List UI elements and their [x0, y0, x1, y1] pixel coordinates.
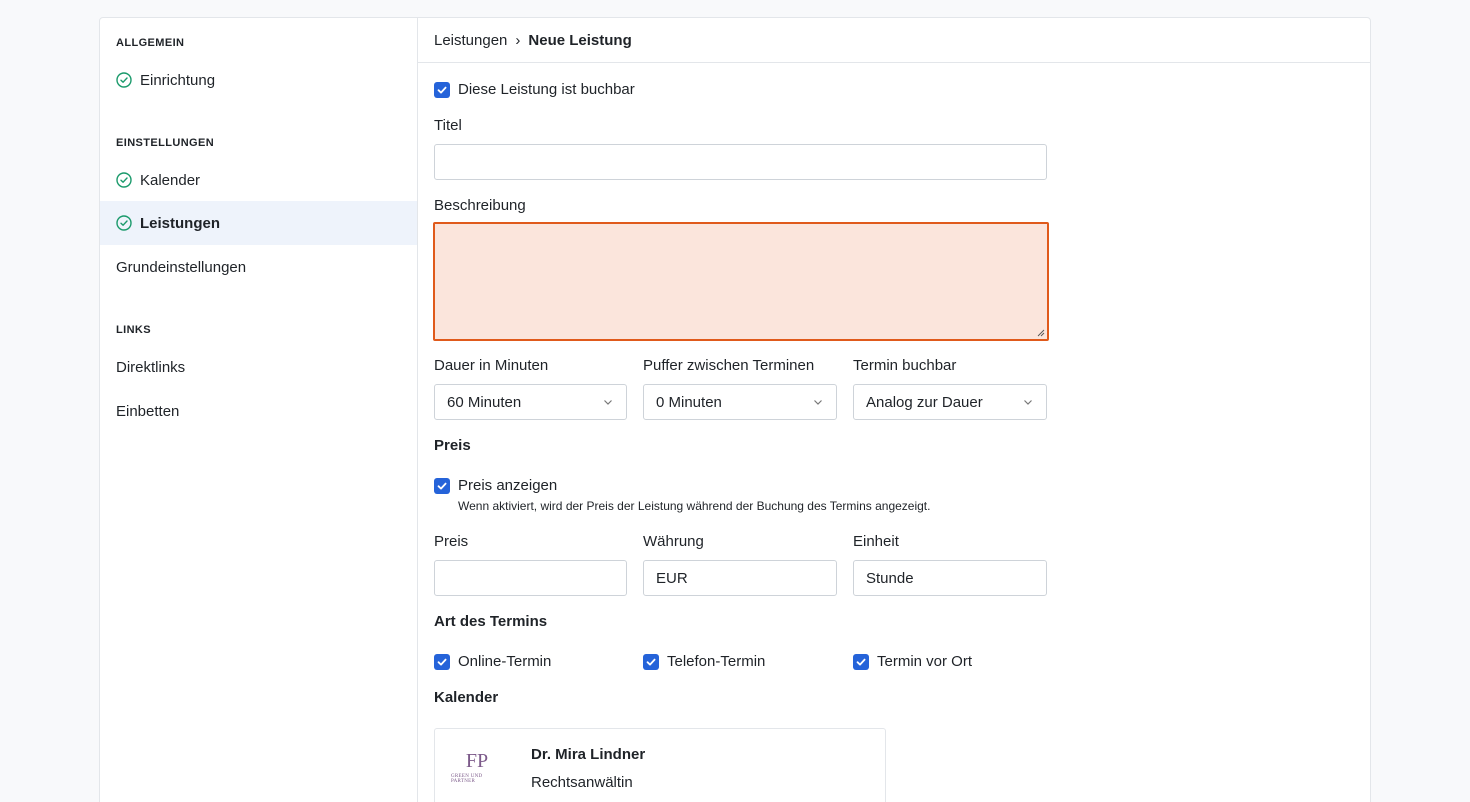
- unit-input[interactable]: Stunde: [853, 560, 1047, 596]
- sidebar-item-kalender[interactable]: Kalender: [100, 158, 417, 202]
- calendar-logo: FP GREEN UND PARTNER: [451, 747, 503, 787]
- calendar-owner-name: Dr. Mira Lindner: [531, 746, 646, 763]
- sidebar-item-label: Grundeinstellungen: [116, 258, 247, 276]
- description-textarea[interactable]: [433, 222, 1049, 341]
- show-price-help-text: Wenn aktiviert, wird der Preis der Leist…: [458, 499, 931, 513]
- currency-input[interactable]: EUR: [643, 560, 837, 596]
- show-price-label: Preis anzeigen: [458, 477, 558, 494]
- buffer-label: Puffer zwischen Terminen: [643, 357, 815, 374]
- logo-monogram: FP: [465, 749, 489, 772]
- telefon-termin-checkbox[interactable]: [643, 653, 659, 670]
- check-circle-icon: [116, 215, 132, 231]
- telefon-termin-label: Telefon-Termin: [667, 653, 766, 670]
- sidebar-item-label: Einrichtung: [140, 71, 216, 89]
- chevron-down-icon: [1024, 400, 1032, 405]
- bookable-slot-label: Termin buchbar: [853, 357, 957, 374]
- chevron-down-icon: [814, 400, 822, 405]
- logo-subtitle: GREEN UND PARTNER: [451, 773, 483, 784]
- title-label: Titel: [434, 117, 462, 134]
- buffer-select[interactable]: 0 Minuten: [643, 384, 837, 420]
- main-content: Leistungen › Neue Leistung Diese Leistun…: [418, 18, 1370, 802]
- duration-label: Dauer in Minuten: [434, 357, 549, 374]
- breadcrumb-parent-link[interactable]: Leistungen: [434, 32, 507, 49]
- breadcrumb-current: Neue Leistung: [528, 31, 632, 49]
- sidebar-item-label: Einbetten: [116, 402, 180, 420]
- sidebar: ALLGEMEIN Einrichtung EINSTELLUNGEN Kale…: [100, 18, 418, 802]
- sidebar-item-label: Leistungen: [140, 214, 221, 232]
- settings-card: ALLGEMEIN Einrichtung EINSTELLUNGEN Kale…: [99, 17, 1371, 802]
- telefon-termin-checkbox-row[interactable]: Telefon-Termin: [643, 653, 765, 670]
- vor-ort-termin-label: Termin vor Ort: [877, 653, 973, 670]
- breadcrumb-separator: ›: [515, 31, 521, 49]
- bookable-checkbox-row[interactable]: Diese Leistung ist buchbar: [434, 81, 635, 98]
- bookable-checkbox[interactable]: [434, 81, 450, 98]
- online-termin-label: Online-Termin: [458, 653, 552, 670]
- description-label: Beschreibung: [434, 197, 526, 214]
- currency-label: Währung: [643, 533, 704, 550]
- calendar-card[interactable]: FP GREEN UND PARTNER Dr. Mira Lindner Re…: [434, 728, 886, 802]
- check-circle-icon: [116, 72, 132, 88]
- calendar-owner-role: Rechtsanwältin: [531, 774, 633, 791]
- bookable-slot-select[interactable]: Analog zur Dauer: [853, 384, 1047, 420]
- sidebar-item-einbetten[interactable]: Einbetten: [100, 389, 417, 433]
- breadcrumb: Leistungen › Neue Leistung: [418, 18, 1370, 63]
- vor-ort-termin-checkbox-row[interactable]: Termin vor Ort: [853, 653, 972, 670]
- sidebar-item-leistungen[interactable]: Leistungen: [100, 201, 417, 245]
- sidebar-item-label: Direktlinks: [116, 358, 186, 376]
- vor-ort-termin-checkbox[interactable]: [853, 653, 869, 670]
- unit-label: Einheit: [853, 533, 899, 550]
- sidebar-heading-einstellungen: EINSTELLUNGEN: [116, 137, 215, 149]
- duration-value: 60 Minuten: [447, 393, 522, 411]
- sidebar-heading-allgemein: ALLGEMEIN: [116, 37, 185, 49]
- sidebar-heading-links: LINKS: [116, 324, 151, 336]
- buffer-value: 0 Minuten: [656, 393, 722, 411]
- sidebar-item-direktlinks[interactable]: Direktlinks: [100, 345, 417, 389]
- check-circle-icon: [116, 172, 132, 188]
- appointment-type-heading: Art des Termins: [434, 613, 548, 630]
- resize-handle-icon[interactable]: [1037, 329, 1045, 337]
- sidebar-item-einrichtung[interactable]: Einrichtung: [100, 58, 417, 102]
- price-section-heading: Preis: [434, 437, 471, 454]
- price-input[interactable]: [434, 560, 627, 596]
- title-input[interactable]: [434, 144, 1047, 180]
- show-price-checkbox[interactable]: [434, 477, 450, 494]
- bookable-label: Diese Leistung ist buchbar: [458, 81, 635, 98]
- duration-select[interactable]: 60 Minuten: [434, 384, 627, 420]
- online-termin-checkbox[interactable]: [434, 653, 450, 670]
- sidebar-item-label: Kalender: [140, 171, 201, 189]
- price-label: Preis: [434, 533, 469, 550]
- show-price-checkbox-row[interactable]: Preis anzeigen: [434, 477, 557, 494]
- online-termin-checkbox-row[interactable]: Online-Termin: [434, 653, 551, 670]
- bookable-slot-value: Analog zur Dauer: [866, 393, 983, 411]
- calendar-heading: Kalender: [434, 689, 499, 706]
- chevron-down-icon: [604, 400, 612, 405]
- sidebar-item-grundeinstellungen[interactable]: Grundeinstellungen: [100, 245, 417, 289]
